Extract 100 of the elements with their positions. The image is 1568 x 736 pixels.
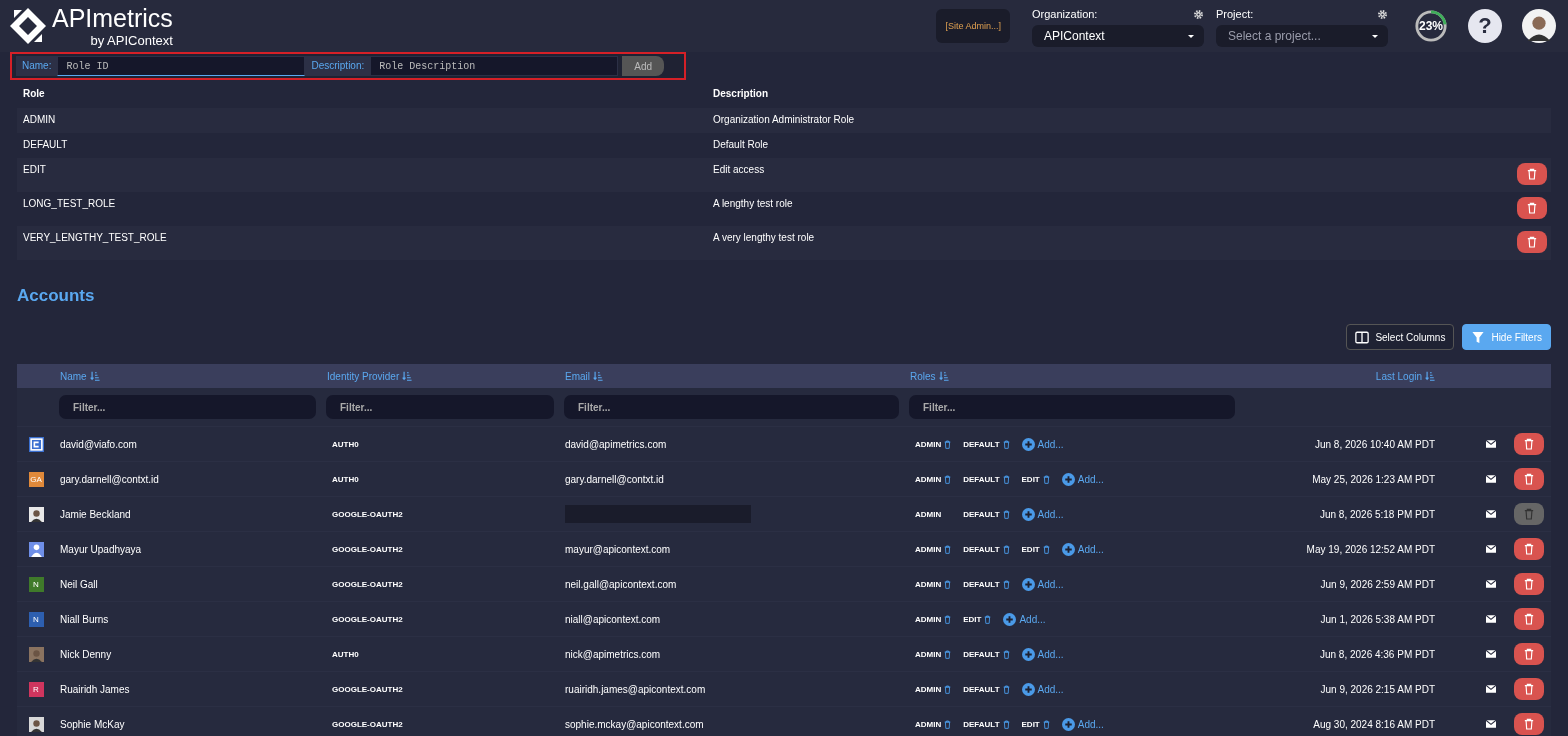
trash-icon[interactable] [984,614,992,624]
table-cell-text: AUTH0 [331,474,360,484]
sort-icon[interactable] [1425,371,1435,381]
role-tag: DEFAULT [963,474,1000,484]
trash-icon[interactable] [1002,719,1010,729]
delete-button[interactable] [1517,197,1547,219]
column-header[interactable]: Last Login [1375,370,1422,382]
trash-icon[interactable] [1042,544,1050,554]
organization-select[interactable]: APIContext [1032,25,1204,47]
avatar: N [28,611,44,627]
delete-button[interactable] [1514,678,1544,700]
table-cell-text: AUTH0 [331,649,360,659]
select-columns-button[interactable]: Select Columns [1346,324,1455,350]
mail-icon[interactable] [1486,615,1496,623]
plus-icon [1061,717,1075,731]
delete-button[interactable] [1514,608,1544,630]
add-role-link[interactable]: Add... [1061,542,1104,556]
trash-icon[interactable] [944,579,952,589]
mail-icon[interactable] [1486,580,1496,588]
trash-icon[interactable] [944,474,952,484]
add-role-link[interactable]: Add... [1021,682,1064,696]
trash-icon [1524,648,1534,660]
sort-icon[interactable] [938,371,949,381]
user-avatar[interactable] [1522,9,1556,43]
column-header[interactable]: Email [565,370,590,382]
column-header: Description [712,88,769,99]
delete-button[interactable] [1514,643,1544,665]
trash-icon[interactable] [1002,509,1010,519]
table-cell-text: May 25, 2026 1:23 AM PDT [1311,473,1436,485]
trash-icon[interactable] [1002,439,1010,449]
column-header[interactable]: Identity Provider [327,370,400,382]
add-role-link[interactable]: Add... [1021,437,1064,451]
delete-button[interactable] [1514,433,1544,455]
delete-button[interactable] [1517,163,1547,185]
trash-icon[interactable] [1002,474,1010,484]
trash-icon[interactable] [944,614,952,624]
mail-icon[interactable] [1486,650,1496,658]
filter-field[interactable]: Filter... [59,395,316,419]
table-cell-text: Default Role [712,139,770,150]
trash-icon[interactable] [944,544,952,554]
add-button[interactable]: Add [622,56,665,76]
table-cell-text: Jun 9, 2026 2:15 AM PDT [1319,683,1436,695]
mail-icon[interactable] [1486,440,1496,448]
filter-field[interactable]: Filter... [909,395,1235,419]
add-role-link[interactable]: Add... [1021,647,1064,661]
delete-button[interactable] [1514,713,1544,735]
sort-icon[interactable] [402,371,413,381]
trash-icon[interactable] [944,649,952,659]
filter-field[interactable]: Filter... [564,395,899,419]
table-cell-text: david@viafo.com [59,438,138,450]
mail-icon[interactable] [1486,510,1496,518]
role-id-field[interactable]: Role ID [57,56,306,76]
trash-icon[interactable] [1002,544,1010,554]
mail-icon[interactable] [1486,720,1496,728]
sort-icon[interactable] [593,371,603,381]
settings-icon[interactable] [1193,8,1204,20]
trash-icon[interactable] [1002,649,1010,659]
delete-button[interactable] [1517,231,1547,253]
settings-icon[interactable] [1377,8,1388,20]
filter-field[interactable]: Filter... [326,395,554,419]
add-role-link[interactable]: Add... [1021,577,1064,591]
add-role-link[interactable]: Add... [1061,717,1104,731]
trash-icon[interactable] [1042,719,1050,729]
table-cell-text: Neil Gall [59,578,99,590]
trash-icon[interactable] [944,684,952,694]
plus-icon [1021,682,1035,696]
trash-icon[interactable] [944,719,952,729]
trash-icon[interactable] [1002,684,1010,694]
trash-icon[interactable] [1002,579,1010,589]
mail-icon[interactable] [1486,545,1496,553]
table-cell-text: Jun 1, 2026 5:38 AM PDT [1319,613,1436,625]
plus-icon [1021,577,1035,591]
mail-icon[interactable] [1486,685,1496,693]
delete-button[interactable] [1514,573,1544,595]
avatar [28,541,44,557]
role-tag: ADMIN [915,719,942,729]
plus-icon [1061,542,1075,556]
role-description-field[interactable]: Role Description [370,56,619,76]
column-header[interactable]: Roles [910,370,936,382]
trash-icon[interactable] [1042,474,1050,484]
project-select[interactable]: Select a project... [1216,25,1388,47]
add-role-link[interactable]: Add... [1061,472,1104,486]
mail-icon[interactable] [1486,475,1496,483]
role-tag: DEFAULT [963,649,1000,659]
delete-button[interactable] [1514,538,1544,560]
trash-icon [1524,543,1534,555]
trash-icon[interactable] [944,439,952,449]
table-cell-text: GOOGLE-OAUTH2 [331,719,404,729]
sort-icon[interactable] [89,371,100,381]
help-button[interactable]: ? [1468,9,1502,43]
role-tag: EDIT [1021,544,1040,554]
delete-button[interactable] [1514,468,1544,490]
site-admin-button[interactable]: [Site Admin...] [936,9,1010,43]
plus-icon [1021,507,1035,521]
table-cell-text: GOOGLE-OAUTH2 [331,544,404,554]
column-header[interactable]: Name [60,370,87,382]
table-cell: sophie.mckay@apicontext.com [565,718,704,730]
plus-icon [1021,647,1035,661]
add-role-link[interactable]: Add... [1003,612,1046,626]
add-role-link[interactable]: Add... [1021,507,1064,521]
